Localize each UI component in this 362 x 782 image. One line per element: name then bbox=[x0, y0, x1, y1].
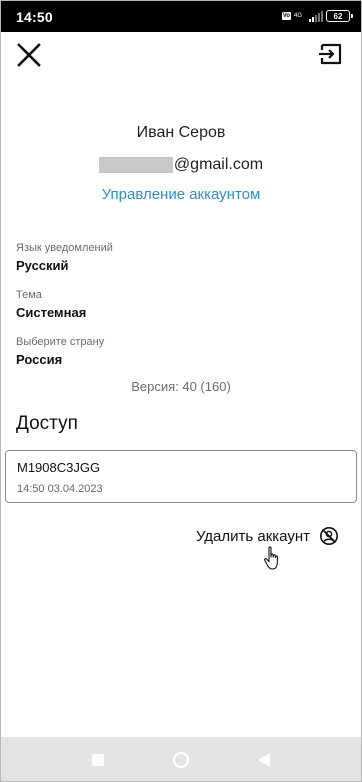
back-button[interactable] bbox=[254, 750, 274, 770]
user-name: Иван Серов bbox=[136, 124, 226, 141]
app-version: Версия: 40 (160) bbox=[131, 379, 231, 394]
navigation-bar bbox=[0, 737, 362, 782]
home-button[interactable] bbox=[171, 750, 191, 770]
setting-label: Тема bbox=[16, 289, 42, 301]
hand-cursor-icon bbox=[264, 546, 279, 570]
setting-country[interactable]: Выберите страну Россия bbox=[16, 335, 316, 368]
user-email: @gmail.com bbox=[0, 156, 362, 174]
volte-badge: Vo bbox=[281, 12, 291, 20]
back-icon bbox=[258, 753, 270, 767]
delete-account-button[interactable]: Удалить аккаунт bbox=[196, 526, 339, 546]
email-suffix: @gmail.com bbox=[173, 156, 264, 173]
setting-label: Язык уведомлений bbox=[16, 242, 113, 254]
logout-icon bbox=[319, 43, 342, 65]
network-type: 4G bbox=[294, 13, 303, 19]
access-heading: Доступ bbox=[16, 413, 78, 434]
status-bar: 14:50 Vo 4G 62 bbox=[0, 0, 362, 32]
recents-button[interactable] bbox=[88, 750, 108, 770]
setting-value: Россия bbox=[16, 352, 63, 367]
recents-icon bbox=[92, 754, 104, 766]
signal-icon bbox=[309, 10, 323, 22]
delete-account-label: Удалить аккаунт bbox=[195, 527, 310, 545]
device-datetime: 14:50 03.04.2023 bbox=[17, 483, 103, 495]
close-icon bbox=[17, 43, 41, 67]
close-button[interactable] bbox=[14, 40, 44, 70]
device-id: M1908C3JGG bbox=[17, 460, 101, 475]
device-card[interactable]: M1908C3JGG 14:50 03.04.2023 bbox=[5, 450, 357, 503]
status-icons: Vo 4G 62 bbox=[281, 9, 353, 23]
setting-value: Русский bbox=[16, 258, 69, 273]
setting-value: Системная bbox=[16, 305, 87, 320]
logout-button[interactable] bbox=[317, 40, 345, 68]
email-redaction bbox=[98, 157, 173, 173]
setting-theme[interactable]: Тема Системная bbox=[16, 288, 316, 321]
setting-label: Выберите страну bbox=[16, 336, 105, 348]
setting-notification-language[interactable]: Язык уведомлений Русский bbox=[16, 241, 316, 274]
home-icon bbox=[172, 751, 190, 769]
status-time: 14:50 bbox=[16, 9, 53, 25]
battery-icon: 62 bbox=[326, 10, 353, 22]
manage-account-link[interactable]: Управление аккаунтом bbox=[0, 186, 362, 203]
remove-account-icon bbox=[320, 527, 338, 545]
